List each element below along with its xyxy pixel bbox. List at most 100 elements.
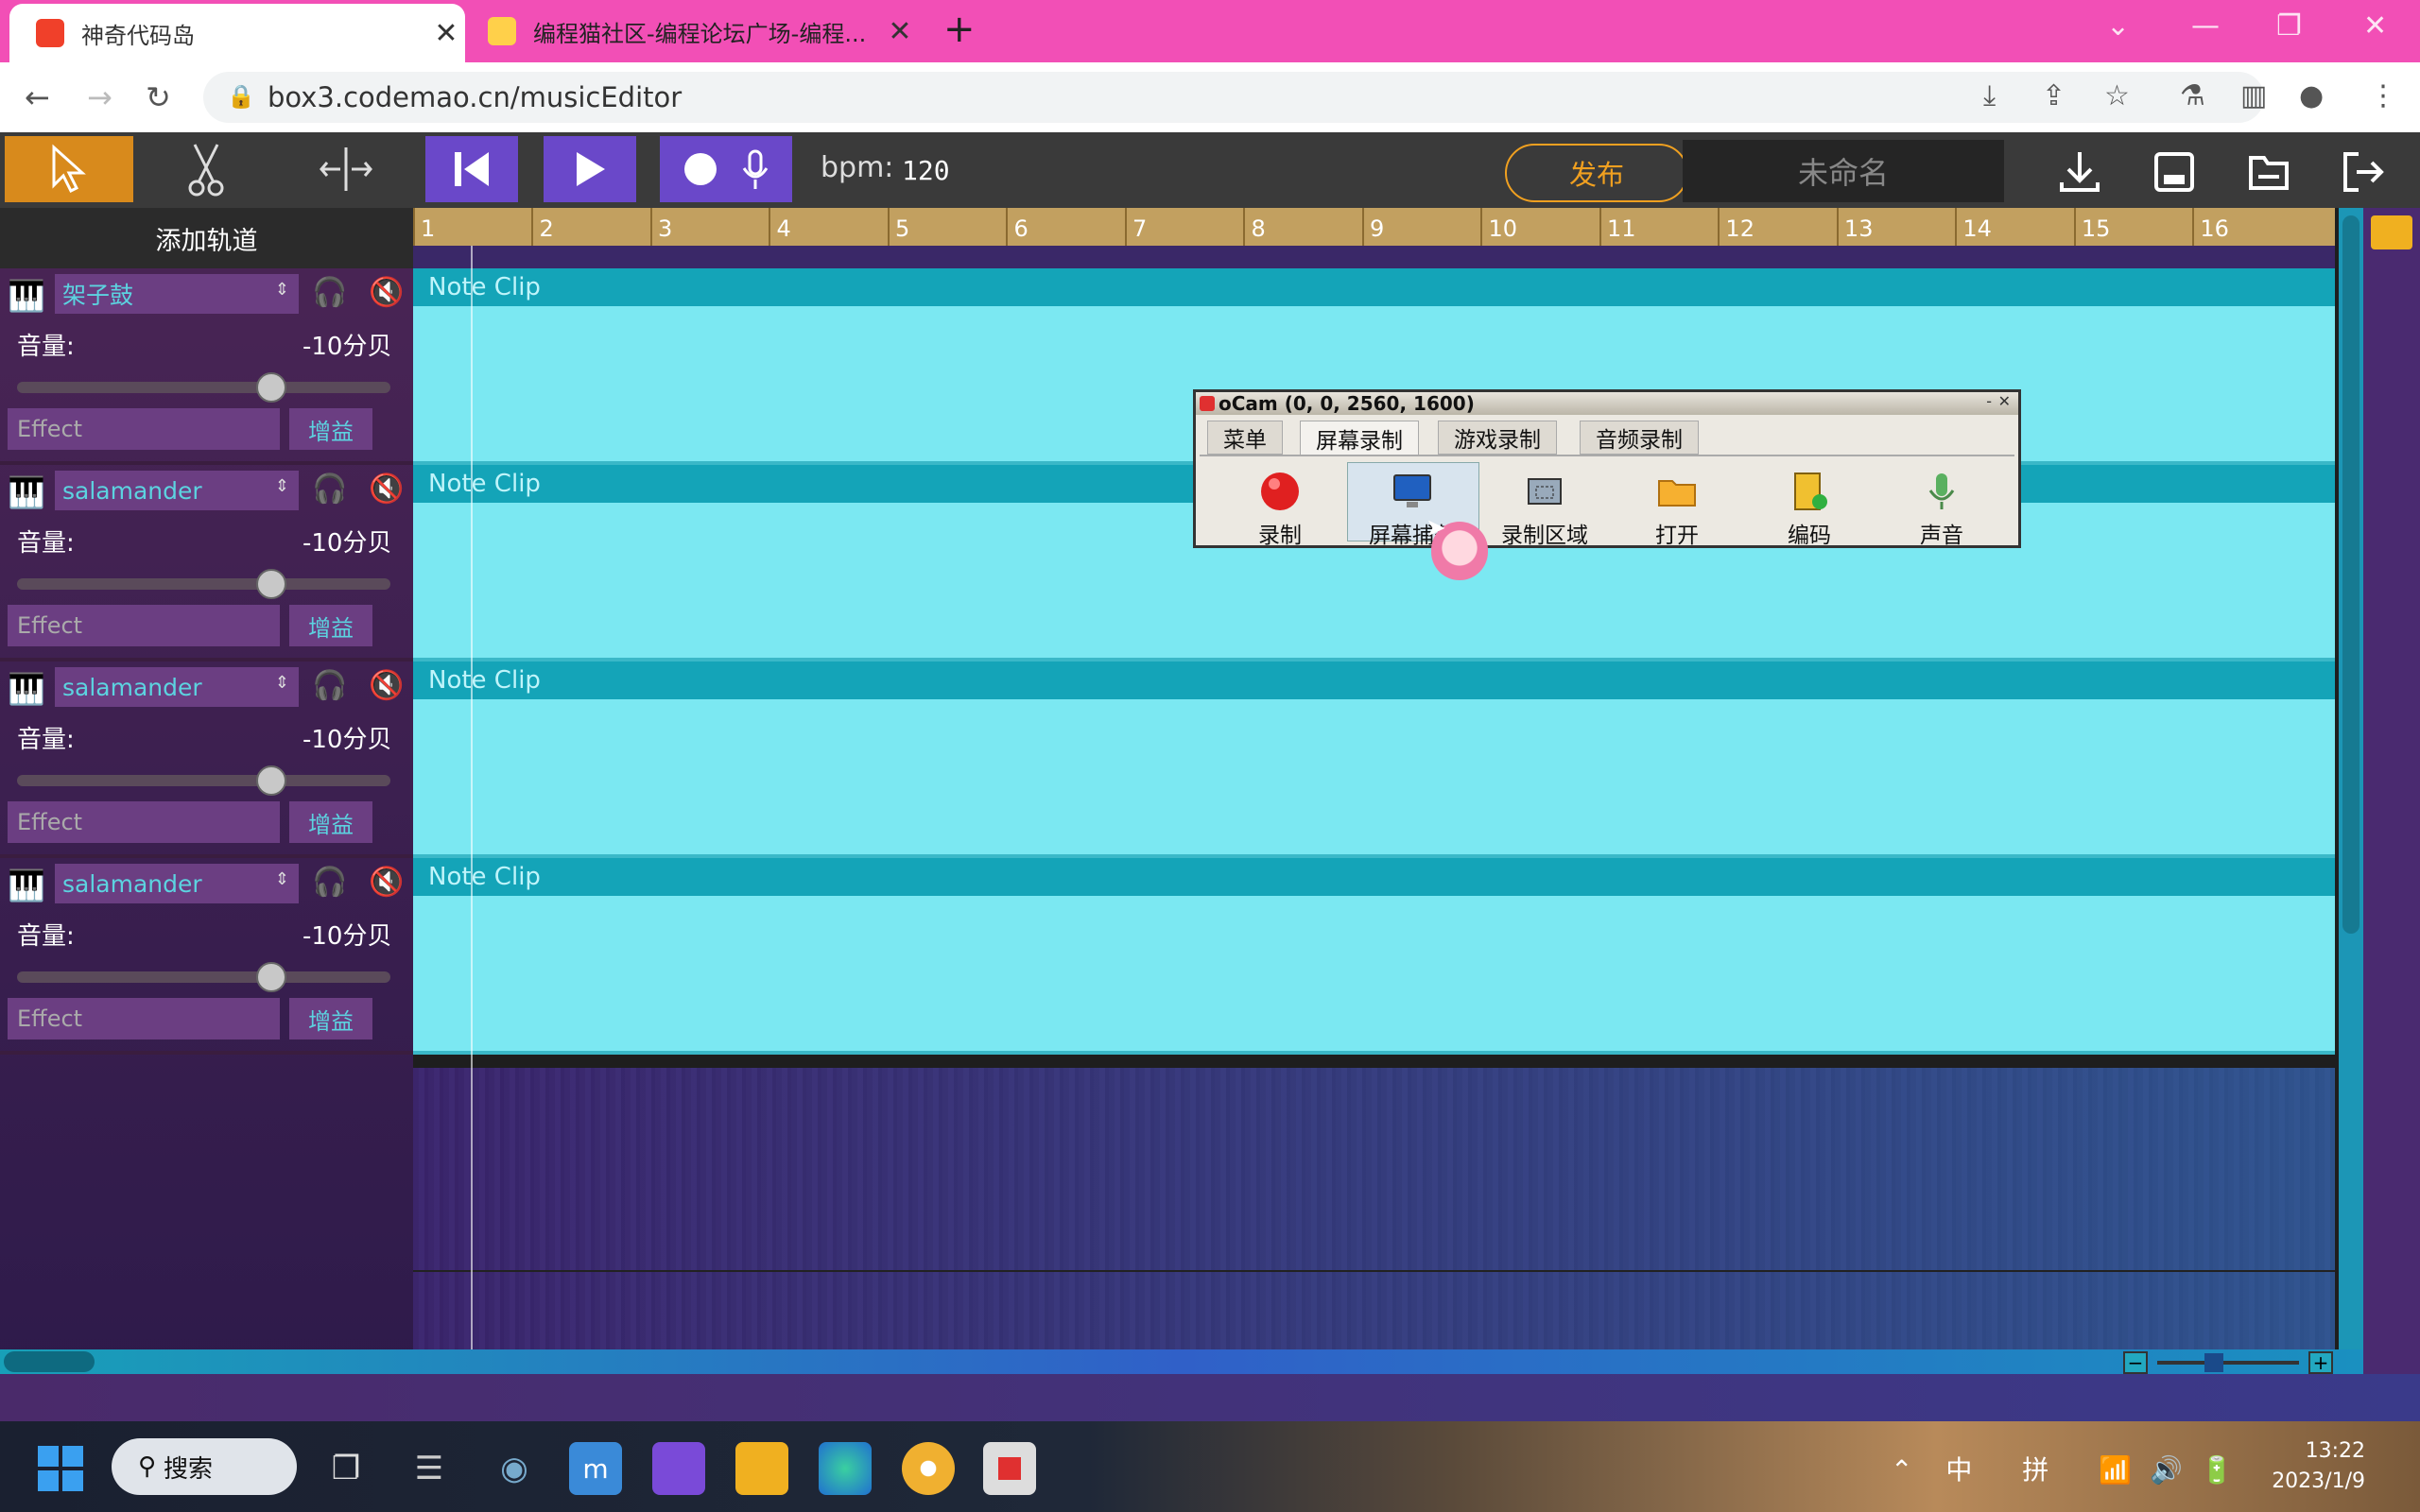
ocam-codec-button[interactable]: 编码 [1748,466,1871,549]
mute-speaker-icon[interactable]: 🔇 [369,276,404,309]
headphones-icon[interactable]: 🎧 [312,276,347,309]
piano-roll-area[interactable] [413,1068,2335,1351]
piano-keys-icon[interactable]: 🎹 [8,671,45,707]
bpm-value[interactable]: 120 [902,155,950,186]
taskbar-clock[interactable]: 13:22 2023/1/9 [2246,1436,2365,1497]
exit-icon[interactable] [2337,146,2390,198]
clipchamp-icon[interactable] [652,1442,705,1495]
project-name-field[interactable]: 未命名 [1683,140,2004,202]
clip-lane[interactable]: Note Clip [413,858,2335,1055]
share-icon[interactable]: ⇪ [2042,79,2066,112]
volume-slider[interactable] [17,962,390,992]
volume-slider-knob[interactable] [255,962,286,992]
note-clip-header[interactable]: Note Clip [413,662,2335,699]
taskbar-search[interactable]: ⚲ 搜索 [112,1438,297,1495]
mute-speaker-icon[interactable]: 🔇 [369,866,404,899]
zoom-slider-track[interactable] [2157,1361,2299,1365]
record-button[interactable] [660,136,792,202]
musescore-icon[interactable]: m [569,1442,622,1495]
profile-avatar-icon[interactable]: ● [2299,79,2324,112]
effect-input[interactable]: Effect [8,801,280,843]
note-clip-header[interactable]: Note Clip [413,268,2335,306]
tab-close-icon[interactable]: ✕ [427,17,465,50]
ocam-close-icon[interactable]: ✕ [1998,392,2011,410]
piano-keys-icon[interactable]: 🎹 [8,278,45,314]
volume-slider-knob[interactable] [255,765,286,796]
vertical-scrollbar[interactable] [2339,208,2363,1351]
instrument-select[interactable]: salamander ⇕ [55,864,299,903]
menu-kebab-icon[interactable]: ⋮ [2369,79,2397,112]
headphones-icon[interactable]: 🎧 [312,472,347,506]
note-clip-header[interactable]: Note Clip [413,858,2335,896]
restore-icon[interactable]: ❐ [2276,9,2302,43]
gain-button[interactable]: 增益 [289,605,372,646]
headphones-icon[interactable]: 🎧 [312,669,347,702]
url-text[interactable]: box3.codemao.cn/musicEditor [268,81,682,113]
publish-button[interactable]: 发布 [1505,144,1688,202]
ocam-open-button[interactable]: 打开 [1616,466,1738,549]
tab-search-icon[interactable]: ⌄ [2106,9,2130,43]
volume-slider[interactable] [17,372,390,403]
ocam-tab-audio-record[interactable]: 音频录制 [1580,421,1699,455]
skip-to-start-button[interactable] [425,136,518,202]
piano-keys-icon[interactable]: 🎹 [8,474,45,510]
zoom-out-button[interactable]: − [2123,1351,2148,1374]
headphones-icon[interactable]: 🎧 [312,866,347,899]
ocam-record-button[interactable]: 录制 [1219,466,1341,549]
download-icon[interactable] [2053,146,2106,198]
app-icon-1[interactable]: ◉ [488,1442,541,1495]
widgets-icon[interactable]: ☰ [403,1442,456,1495]
gain-button[interactable]: 增益 [289,801,372,843]
gain-button[interactable]: 增益 [289,998,372,1040]
ocam-tab-game-record[interactable]: 游戏录制 [1438,421,1557,455]
volume-slider[interactable] [17,569,390,599]
new-tab-icon[interactable]: + [943,8,976,51]
gain-button[interactable]: 增益 [289,408,372,450]
effect-input[interactable]: Effect [8,408,280,450]
tab-active[interactable]: 神奇代码岛 ✕ [9,4,465,62]
effect-input[interactable]: Effect [8,998,280,1040]
horizontal-scrollbar[interactable] [0,1349,2363,1374]
select-tool-button[interactable] [5,136,133,202]
effect-input[interactable]: Effect [8,605,280,646]
add-track-button[interactable]: 添加轨道 [0,208,413,268]
split-tool-button[interactable] [282,136,410,202]
instrument-select[interactable]: salamander ⇕ [55,667,299,707]
piano-keys-icon[interactable]: 🎹 [8,868,45,903]
volume-slider[interactable] [17,765,390,796]
edge-icon[interactable] [819,1442,872,1495]
clip-lane[interactable]: Note Clip [413,662,2335,858]
save-icon[interactable] [2148,146,2201,198]
labs-icon[interactable]: ⚗ [2180,79,2205,112]
tray-overflow-icon[interactable]: ⌃ [1891,1454,1912,1486]
forward-icon[interactable]: → [87,79,112,115]
folder-icon[interactable] [2371,215,2412,249]
zoom-slider-knob[interactable] [2204,1353,2223,1372]
chrome-canary-icon[interactable] [902,1442,955,1495]
ocam-minimize-icon[interactable]: - [1986,392,1992,410]
task-view-icon[interactable]: ❐ [320,1442,372,1495]
back-icon[interactable]: ← [25,79,50,115]
volume-icon[interactable]: 🔊 [2150,1454,2183,1486]
ocam-sound-button[interactable]: 声音 [1880,466,2003,549]
volume-slider-knob[interactable] [255,569,286,599]
open-folder-icon[interactable] [2242,146,2295,198]
play-button[interactable] [544,136,636,202]
battery-icon[interactable]: 🔋 [2201,1454,2234,1486]
ocam-tab-screen-record[interactable]: 屏幕录制 [1300,421,1419,455]
cut-tool-button[interactable] [142,136,270,202]
volume-slider-knob[interactable] [255,372,286,403]
ime-mode-indicator[interactable]: 拼 [2022,1454,2048,1486]
minimize-icon[interactable]: — [2191,9,2220,43]
instrument-select[interactable]: 架子鼓 ⇕ [55,274,299,314]
vertical-scroll-thumb[interactable] [2342,215,2360,934]
windows-start-icon[interactable] [38,1446,83,1491]
horizontal-scroll-thumb[interactable] [4,1351,95,1372]
ocam-tab-menu[interactable]: 菜单 [1207,421,1283,455]
mute-speaker-icon[interactable]: 🔇 [369,669,404,702]
tab-close-icon[interactable]: ✕ [881,15,919,48]
close-window-icon[interactable]: ✕ [2363,9,2387,43]
side-panel-icon[interactable]: ▥ [2240,79,2267,112]
zoom-in-button[interactable]: + [2308,1351,2333,1374]
reload-icon[interactable]: ↻ [146,79,171,115]
